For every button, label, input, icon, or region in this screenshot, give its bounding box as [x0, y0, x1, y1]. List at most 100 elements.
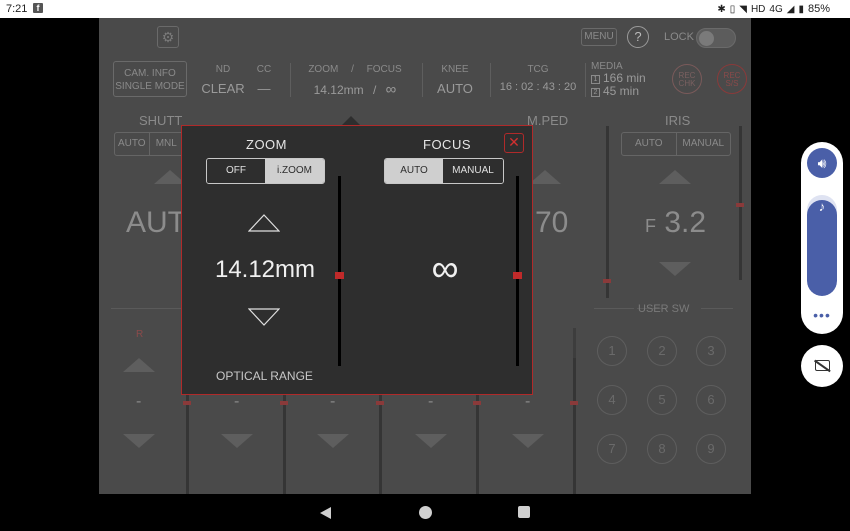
iris-prefix: F: [645, 216, 656, 236]
shutter-mnl-option[interactable]: MNL: [148, 133, 184, 155]
channel-3-down-arrow[interactable]: [317, 434, 349, 448]
channel-1-handle[interactable]: [183, 401, 191, 405]
recents-icon[interactable]: [518, 506, 530, 518]
cc-column[interactable]: CC —: [251, 64, 277, 96]
channel-1-slider[interactable]: [186, 390, 189, 494]
divider: [422, 63, 423, 97]
zoom-mode-selector[interactable]: OFF i.ZOOM: [206, 158, 325, 184]
focus-manual-option[interactable]: MANUAL: [443, 159, 503, 183]
rec-ss-line2: S/S: [725, 79, 739, 88]
section-divider: [701, 308, 733, 309]
mped-slider-handle[interactable]: [603, 279, 611, 283]
user-button-6[interactable]: 6: [696, 385, 726, 415]
captions-off-icon[interactable]: [801, 345, 843, 387]
user-button-8[interactable]: 8: [647, 434, 677, 464]
mped-value: 70: [535, 206, 569, 239]
channel-2-down-arrow[interactable]: [221, 434, 253, 448]
channel-5-slider[interactable]: [573, 358, 576, 494]
media-slot-2-value: 45 min: [603, 84, 640, 98]
iris-down-arrow[interactable]: [659, 262, 691, 276]
facebook-icon: f: [33, 3, 43, 13]
bluetooth-icon: ✱: [717, 3, 726, 15]
iris-auto-option[interactable]: AUTO: [622, 133, 676, 155]
zoom-izoom-option[interactable]: i.ZOOM: [265, 159, 324, 183]
nd-column[interactable]: ND CLEAR: [201, 64, 245, 96]
speaker-icon[interactable]: 🔊︎: [807, 148, 837, 178]
user-button-1[interactable]: 1: [597, 336, 627, 366]
status-icons: ✱ ▯ ◥ HD 4G ◢ ▮ 85%: [717, 3, 830, 15]
media-slot-2: 2 45 min: [591, 85, 646, 98]
menu-button[interactable]: MENU: [581, 28, 617, 46]
lock-label: LOCK: [664, 31, 694, 43]
shutter-title: SHUTT: [139, 113, 183, 128]
channel-4-handle[interactable]: [473, 401, 481, 405]
channel-3-value: -: [330, 393, 336, 410]
iris-slider-handle[interactable]: [736, 203, 744, 207]
user-sw-label: USER SW: [638, 303, 690, 315]
channel-5-value: -: [525, 393, 531, 410]
zoom-title: ZOOM: [246, 137, 287, 152]
channel-3-handle[interactable]: [376, 401, 384, 405]
knee-column[interactable]: KNEE AUTO: [431, 64, 479, 96]
knee-value: AUTO: [437, 81, 473, 96]
user-button-7[interactable]: 7: [597, 434, 627, 464]
channel-5-down-arrow[interactable]: [512, 434, 544, 448]
rec-check-line2: CHK: [678, 79, 696, 88]
focus-title: FOCUS: [423, 137, 471, 152]
back-icon[interactable]: [320, 507, 331, 519]
cam-info-button[interactable]: CAM. INFO SINGLE MODE: [113, 61, 187, 97]
zoom-up-arrow[interactable]: [248, 214, 280, 232]
iris-manual-option[interactable]: MANUAL: [675, 133, 731, 155]
lock-toggle-knob: [699, 31, 714, 46]
channel-1-down-arrow[interactable]: [123, 434, 155, 448]
close-button[interactable]: ✕: [504, 133, 524, 153]
user-button-3[interactable]: 3: [696, 336, 726, 366]
focus-mode-selector[interactable]: AUTO MANUAL: [384, 158, 504, 184]
cc-value: —: [257, 81, 271, 96]
shutter-auto-option[interactable]: AUTO: [115, 133, 149, 155]
channel-5-handle[interactable]: [570, 401, 578, 405]
more-options-button[interactable]: •••: [801, 308, 843, 322]
home-icon[interactable]: [419, 506, 432, 519]
focus-slider-handle[interactable]: [513, 271, 522, 279]
channel-2-slider[interactable]: [283, 390, 286, 494]
wifi-icon: ◥: [739, 3, 747, 15]
cam-info-line1: CAM. INFO: [124, 68, 176, 79]
rec-check-button[interactable]: REC CHK: [672, 64, 702, 94]
channel-4-slider[interactable]: [476, 378, 479, 494]
channel-5-slider-upper: [573, 328, 576, 358]
shutter-mode-selector[interactable]: AUTO MNL: [114, 132, 184, 156]
mped-slider-track[interactable]: [606, 126, 609, 298]
channel-1-up-arrow[interactable]: [123, 358, 155, 372]
channel-3-slider[interactable]: [379, 378, 382, 494]
user-button-5[interactable]: 5: [647, 385, 677, 415]
user-button-2[interactable]: 2: [647, 336, 677, 366]
focus-label: FOCUS: [366, 64, 402, 75]
help-button[interactable]: ?: [627, 26, 649, 48]
cc-label: CC: [256, 64, 272, 75]
gear-icon[interactable]: ⚙: [157, 26, 179, 48]
media-volume-slider[interactable]: ♪: [807, 195, 837, 296]
rec-start-stop-button[interactable]: REC S/S: [717, 64, 747, 94]
channel-2-handle[interactable]: [280, 401, 288, 405]
focus-auto-option[interactable]: AUTO: [385, 159, 443, 183]
user-button-9[interactable]: 9: [696, 434, 726, 464]
media-column[interactable]: MEDIA 1 166 min 2 45 min: [591, 61, 646, 98]
divider: [490, 63, 491, 97]
tcg-column[interactable]: TCG 16 : 02 : 43 : 20: [495, 64, 581, 93]
channel-2-value: -: [234, 393, 240, 410]
iris-mode-selector[interactable]: AUTO MANUAL: [621, 132, 731, 156]
zoom-focus-column[interactable]: ZOOM / FOCUS 14.12mm / ∞: [297, 64, 413, 98]
user-button-4[interactable]: 4: [597, 385, 627, 415]
zoom-slider-handle[interactable]: [335, 271, 344, 279]
zoom-value: 14.12mm: [214, 256, 316, 283]
mped-up-arrow[interactable]: [529, 170, 561, 184]
zoom-down-arrow[interactable]: [248, 308, 280, 326]
zoom-value: 14.12mm: [313, 83, 364, 97]
channel-4-down-arrow[interactable]: [415, 434, 447, 448]
cam-info-line2: SINGLE MODE: [115, 81, 185, 92]
slot-1-box: 1: [591, 75, 600, 84]
iris-up-arrow[interactable]: [659, 170, 691, 184]
lock-toggle[interactable]: [696, 28, 736, 48]
zoom-off-option[interactable]: OFF: [207, 159, 265, 183]
